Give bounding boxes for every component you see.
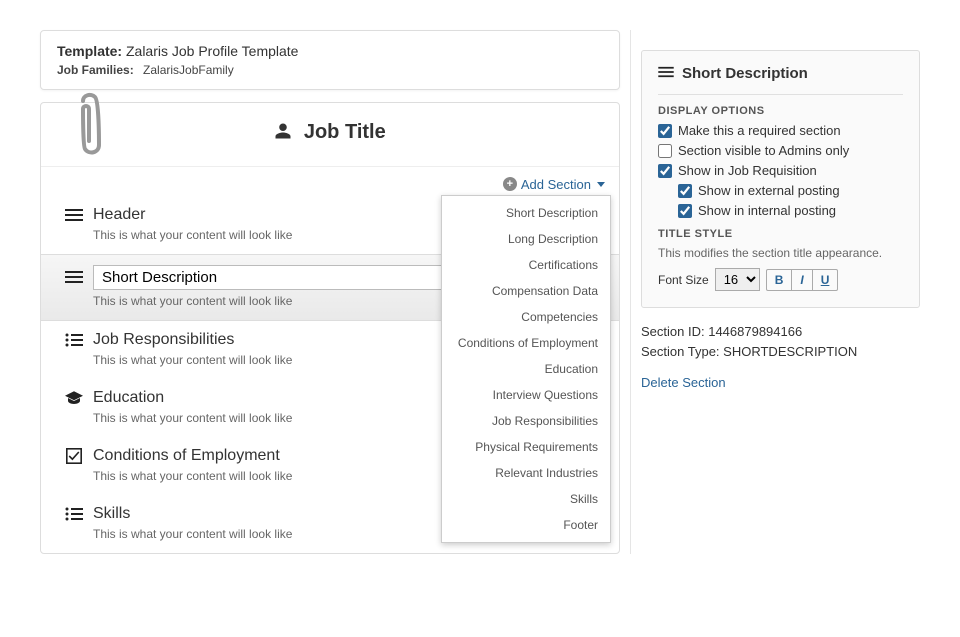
lines-icon	[658, 65, 674, 82]
job-families-label: Job Families:	[57, 63, 134, 77]
dropdown-item[interactable]: Certifications	[442, 252, 610, 278]
lines-icon	[65, 208, 83, 222]
required-checkbox-row[interactable]: Make this a required section	[658, 123, 903, 138]
bold-button[interactable]: B	[767, 270, 792, 290]
dropdown-item[interactable]: Footer	[442, 512, 610, 538]
template-label: Template:	[57, 43, 122, 59]
add-section-dropdown: Short Description Long Description Certi…	[441, 195, 611, 543]
editor-main: Job Title + Add Section Short Descriptio…	[40, 102, 620, 554]
job-families-value: ZalarisJobFamily	[143, 63, 234, 77]
dropdown-item[interactable]: Education	[442, 356, 610, 382]
checkbox-icon	[65, 448, 83, 464]
template-value: Zalaris Job Profile Template	[126, 43, 298, 59]
dropdown-item[interactable]: Short Description	[442, 200, 610, 226]
section-title: Job Responsibilities	[93, 331, 234, 349]
panel-title: Short Description	[682, 65, 808, 82]
section-type-value: SHORTDESCRIPTION	[723, 344, 857, 359]
dropdown-item[interactable]: Competencies	[442, 304, 610, 330]
dropdown-item[interactable]: Job Responsibilities	[442, 408, 610, 434]
dropdown-item[interactable]: Conditions of Employment	[442, 330, 610, 356]
show-external-checkbox-row[interactable]: Show in external posting	[678, 183, 903, 198]
underline-button[interactable]: U	[812, 270, 838, 290]
section-title: Skills	[93, 505, 130, 523]
section-title: Education	[93, 389, 164, 407]
dropdown-item[interactable]: Physical Requirements	[442, 434, 610, 460]
section-title: Conditions of Employment	[93, 447, 280, 465]
template-info-box: Template: Zalaris Job Profile Template J…	[40, 30, 620, 90]
plus-circle-icon: +	[503, 177, 517, 191]
person-icon	[274, 122, 292, 140]
graduation-cap-icon	[65, 391, 83, 405]
font-size-label: Font Size	[658, 273, 709, 287]
required-checkbox[interactable]	[658, 124, 672, 138]
side-panel: Short Description DISPLAY OPTIONS Make t…	[641, 50, 920, 308]
show-requisition-checkbox[interactable]	[658, 164, 672, 178]
admins-only-checkbox[interactable]	[658, 144, 672, 158]
section-title: Header	[93, 206, 145, 224]
display-options-heading: DISPLAY OPTIONS	[658, 105, 903, 117]
admins-only-checkbox-row[interactable]: Section visible to Admins only	[658, 143, 903, 158]
paperclip-icon	[69, 91, 113, 168]
dropdown-item[interactable]: Skills	[442, 486, 610, 512]
list-icon	[65, 507, 83, 521]
section-id-value: 1446879894166	[708, 324, 802, 339]
dropdown-item[interactable]: Compensation Data	[442, 278, 610, 304]
italic-button[interactable]: I	[791, 270, 811, 290]
list-icon	[65, 333, 83, 347]
delete-section-link[interactable]: Delete Section	[641, 375, 726, 390]
lines-icon	[65, 270, 83, 284]
title-style-heading: TITLE STYLE	[658, 228, 903, 240]
caret-down-icon	[597, 182, 605, 187]
dropdown-item[interactable]: Interview Questions	[442, 382, 610, 408]
section-meta: Section ID: 1446879894166 Section Type: …	[641, 322, 920, 361]
page-title: Job Title	[41, 103, 619, 167]
title-style-desc: This modifies the section title appearan…	[658, 246, 903, 260]
show-external-checkbox[interactable]	[678, 184, 692, 198]
font-size-select[interactable]: 16	[715, 268, 760, 291]
dropdown-item[interactable]: Long Description	[442, 226, 610, 252]
show-requisition-checkbox-row[interactable]: Show in Job Requisition	[658, 163, 903, 178]
add-section-button[interactable]: + Add Section	[503, 177, 605, 192]
dropdown-item[interactable]: Relevant Industries	[442, 460, 610, 486]
show-internal-checkbox-row[interactable]: Show in internal posting	[678, 203, 903, 218]
show-internal-checkbox[interactable]	[678, 204, 692, 218]
